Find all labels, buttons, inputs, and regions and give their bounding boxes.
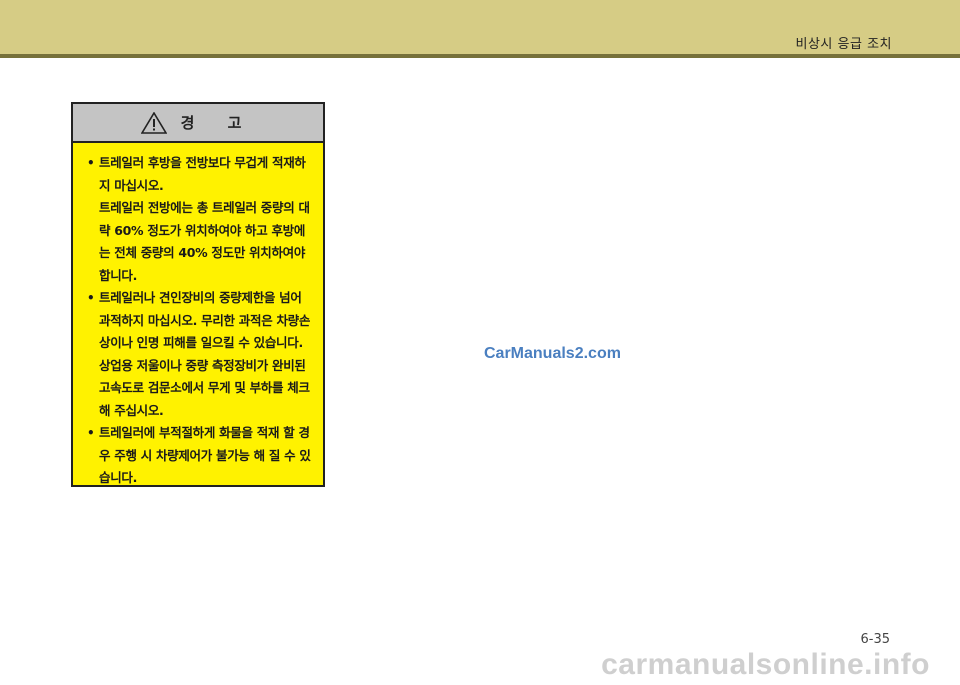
watermark-brand: CarManuals2.com	[484, 345, 621, 362]
page-number: 6-35	[860, 632, 890, 647]
section-title: 비상시 응급 조치	[795, 37, 892, 52]
warning-item: • 트레일러나 견인장비의 중량제한을 넘어 과적하지 마십시오. 무리한 과적…	[85, 287, 315, 422]
warning-paragraph: 트레일러나 견인장비의 중량제한을 넘어 과적하지 마십시오. 무리한 과적은 …	[99, 290, 311, 418]
warning-list: • 트레일러 후방을 전방보다 무겁게 적재하지 마십시오. 트레일러 전방에는…	[73, 143, 323, 490]
watermark-site: carmanualsonline.info	[0, 646, 960, 685]
warning-box: 경 고 • 트레일러 후방을 전방보다 무겁게 적재하지 마십시오. 트레일러 …	[71, 102, 325, 487]
bullet-icon: •	[87, 156, 95, 170]
warning-triangle-icon	[140, 111, 167, 134]
warning-item: • 트레일러에 부적절하게 화물을 적재 할 경우 주행 시 차량제어가 불가능…	[85, 422, 315, 490]
warning-header: 경 고	[73, 104, 323, 143]
warning-item: • 트레일러 후방을 전방보다 무겁게 적재하지 마십시오. 트레일러 전방에는…	[85, 152, 315, 287]
warning-paragraph: 트레일러 전방에는 총 트레일러 중량의 대략 60% 정도가 위치하여야 하고…	[99, 200, 310, 283]
bullet-icon: •	[87, 426, 95, 440]
watermark-site-text: carmanualsonline.info	[601, 648, 930, 681]
warning-title: 경 고	[180, 114, 256, 132]
header-rule	[0, 54, 960, 58]
warning-paragraph: 트레일러 후방을 전방보다 무겁게 적재하지 마십시오.	[99, 155, 306, 193]
bullet-icon: •	[87, 291, 95, 305]
warning-paragraph: 트레일러에 부적절하게 화물을 적재 할 경우 주행 시 차량제어가 불가능 해…	[99, 425, 311, 485]
